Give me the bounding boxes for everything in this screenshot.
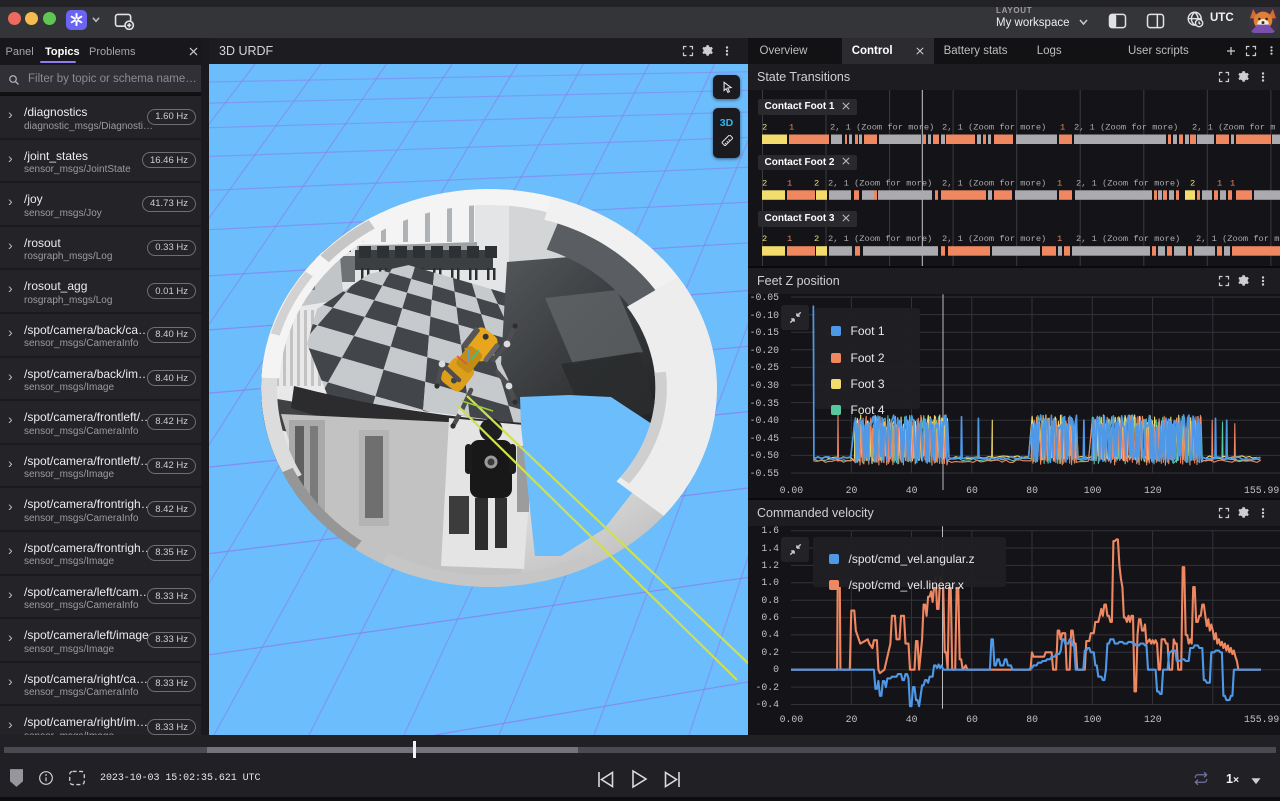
svg-text:2: 2 [762,178,767,188]
svg-text:1: 1 [787,178,792,188]
svg-text:2, 1 (Zoom for more): 2, 1 (Zoom for more) [828,234,932,244]
svg-text:1: 1 [789,123,794,133]
svg-text:1: 1 [1057,234,1062,244]
svg-text:2: 2 [1190,178,1195,188]
svg-text:2, 1 (Zoom for more): 2, 1 (Zoom for more) [828,178,932,188]
svg-text:2, 1 (Zoom for more): 2, 1 (Zoom for more) [942,123,1046,133]
svg-text:2, 1 (Zoom for more): 2, 1 (Zoom for more) [830,123,934,133]
svg-text:1: 1 [1230,178,1235,188]
svg-text:1: 1 [1060,123,1065,133]
svg-text:1: 1 [1057,178,1062,188]
svg-text:1: 1 [1217,178,1222,188]
svg-text:1: 1 [787,234,792,244]
svg-text:2, 1 (Zoom for more): 2, 1 (Zoom for more) [942,178,1046,188]
svg-text:2: 2 [814,234,819,244]
svg-text:2, 1 (Zoom for more): 2, 1 (Zoom for more) [1076,178,1180,188]
svg-text:2, 1 (Zoom for m: 2, 1 (Zoom for m [1196,234,1279,244]
svg-text:2, 1 (Zoom for more): 2, 1 (Zoom for more) [1074,123,1178,133]
svg-text:2, 1 (Zoom for more): 2, 1 (Zoom for more) [1076,234,1180,244]
svg-text:2, 1 (Zoom for more): 2, 1 (Zoom for more) [942,234,1046,244]
svg-text:2: 2 [762,123,767,133]
svg-text:2: 2 [762,234,767,244]
svg-text:2: 2 [814,178,819,188]
svg-text:2, 1 (Zoom for m: 2, 1 (Zoom for m [1192,123,1275,133]
